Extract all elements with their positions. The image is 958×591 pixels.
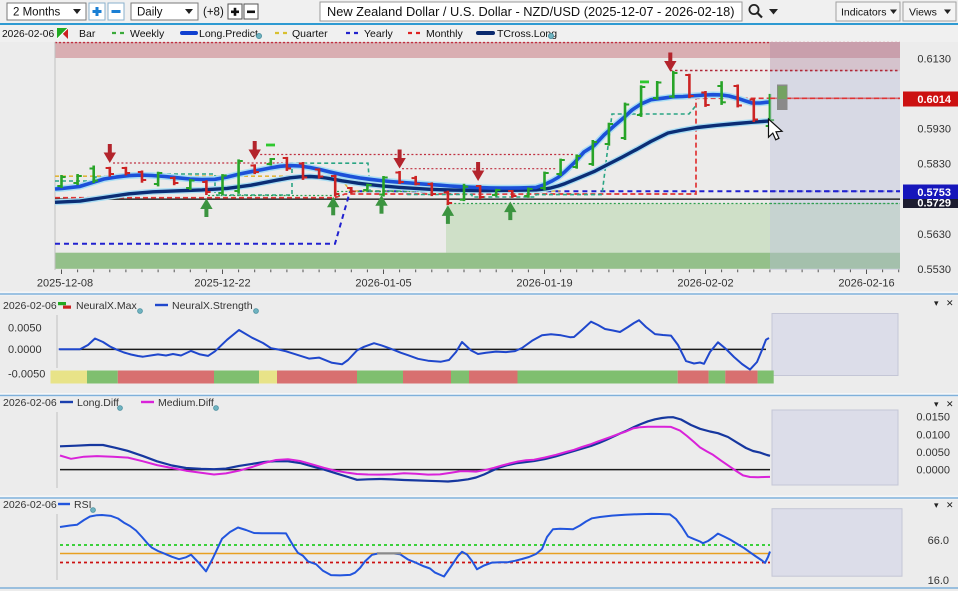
svg-text:Views: Views [909, 7, 937, 19]
svg-text:Bar: Bar [79, 28, 96, 40]
svg-text:NeuralX.Strength: NeuralX.Strength [172, 300, 253, 312]
svg-text:(+8): (+8) [203, 7, 224, 19]
svg-text:Weekly: Weekly [130, 28, 165, 40]
svg-text:✕: ✕ [946, 298, 954, 308]
svg-text:0.5930: 0.5930 [917, 124, 951, 136]
svg-text:RSI: RSI [74, 499, 92, 511]
svg-text:Daily: Daily [137, 7, 163, 19]
svg-text:0.5753: 0.5753 [917, 187, 951, 199]
svg-text:2026-02-06: 2026-02-06 [2, 29, 54, 40]
svg-text:0.0050: 0.0050 [8, 323, 42, 335]
svg-text:66.0: 66.0 [928, 535, 949, 547]
svg-text:2026-01-05: 2026-01-05 [355, 278, 411, 290]
svg-text:TCross.Long: TCross.Long [497, 28, 557, 40]
svg-text:0.0000: 0.0000 [8, 344, 42, 356]
svg-text:Yearly: Yearly [364, 28, 394, 40]
svg-text:0.0000: 0.0000 [916, 465, 950, 477]
svg-text:0.5630: 0.5630 [917, 229, 951, 241]
svg-text:▾: ▾ [934, 500, 939, 510]
svg-text:2026-02-02: 2026-02-02 [677, 278, 733, 290]
svg-text:2025-12-22: 2025-12-22 [194, 278, 250, 290]
svg-text:0.5729: 0.5729 [917, 198, 951, 210]
svg-text:0.0150: 0.0150 [916, 412, 950, 424]
svg-text:0.6014: 0.6014 [917, 94, 952, 106]
svg-text:NeuralX.Max: NeuralX.Max [76, 300, 137, 312]
svg-text:0.5530: 0.5530 [917, 264, 951, 276]
svg-text:0.5830: 0.5830 [917, 159, 951, 171]
svg-text:2025-12-08: 2025-12-08 [37, 278, 93, 290]
svg-text:▾: ▾ [934, 298, 939, 308]
svg-text:Medium.Diff: Medium.Diff [158, 397, 214, 409]
svg-text:Quarter: Quarter [292, 28, 328, 40]
svg-text:2026-02-16: 2026-02-16 [838, 278, 894, 290]
svg-text:Monthly: Monthly [426, 28, 464, 40]
svg-text:2026-02-06: 2026-02-06 [3, 300, 57, 312]
svg-text:Long.Diff: Long.Diff [77, 397, 119, 409]
svg-text:16.0: 16.0 [928, 575, 949, 587]
svg-text:0.6130: 0.6130 [917, 54, 951, 66]
svg-text:0.0100: 0.0100 [916, 430, 950, 442]
svg-text:New Zealand Dollar / U.S. Doll: New Zealand Dollar / U.S. Dollar - NZD/U… [327, 4, 735, 19]
svg-text:✕: ✕ [946, 399, 954, 409]
svg-text:0.0050: 0.0050 [916, 447, 950, 459]
svg-text:2026-02-06: 2026-02-06 [3, 397, 57, 409]
svg-text:2026-02-06: 2026-02-06 [3, 499, 57, 511]
svg-text:Long.Predict: Long.Predict [199, 28, 258, 40]
svg-text:Indicators: Indicators [841, 7, 887, 19]
svg-text:▾: ▾ [934, 399, 939, 409]
svg-text:2 Months: 2 Months [13, 7, 61, 19]
svg-text:2026-01-19: 2026-01-19 [516, 278, 572, 290]
svg-text:✕: ✕ [946, 500, 954, 510]
svg-text:-0.0050: -0.0050 [8, 369, 45, 381]
